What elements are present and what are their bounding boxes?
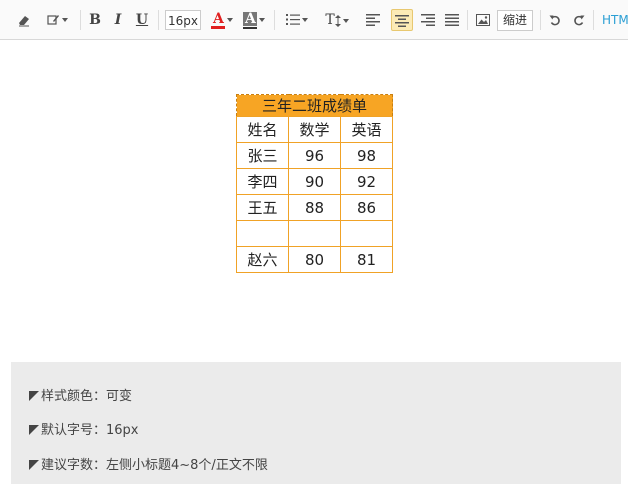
chevron-down-icon xyxy=(342,18,349,23)
table-title-row: 三年二班成绩单 xyxy=(236,94,393,117)
image-icon xyxy=(476,13,490,26)
chevron-down-icon xyxy=(302,17,308,22)
ordered-list-icon xyxy=(286,14,300,25)
bold-button[interactable]: B xyxy=(87,9,103,31)
chevron-down-icon xyxy=(227,17,233,22)
corner-triangle-icon xyxy=(29,390,39,401)
table-row: 李四 90 92 xyxy=(236,168,393,195)
corner-triangle-icon xyxy=(29,459,39,470)
align-center-icon xyxy=(395,14,409,27)
table-cell[interactable]: 李四 xyxy=(236,168,289,195)
table-cell[interactable]: 王五 xyxy=(236,194,289,221)
font-size-select[interactable]: 16px xyxy=(165,10,201,30)
table-header-cell[interactable]: 数学 xyxy=(288,116,341,143)
edit-icon xyxy=(46,15,59,25)
undo-icon xyxy=(549,15,560,25)
table-cell[interactable]: 96 xyxy=(288,142,341,169)
table-header-row: 姓名 数学 英语 xyxy=(236,116,393,143)
table-cell[interactable]: 92 xyxy=(340,168,393,195)
list-dropdown[interactable] xyxy=(282,9,312,31)
align-center-button[interactable] xyxy=(391,9,413,31)
redo-icon xyxy=(574,15,585,25)
chevron-down-icon xyxy=(61,17,68,22)
table-cell[interactable]: 88 xyxy=(288,194,341,221)
align-justify-icon xyxy=(445,13,459,26)
indent-button[interactable]: 缩进 xyxy=(497,10,533,31)
align-right-button[interactable] xyxy=(419,9,437,31)
table-cell[interactable] xyxy=(288,220,341,247)
info-text: 默认字号：16px xyxy=(41,423,139,438)
eraser-button[interactable] xyxy=(14,9,34,31)
toolbar-divider xyxy=(158,10,159,30)
info-text: 建议字数：左侧小标题4~8个/正文不限 xyxy=(41,458,268,473)
toolbar-divider xyxy=(80,10,81,30)
align-left-icon xyxy=(366,13,380,26)
table-cell[interactable]: 90 xyxy=(288,168,341,195)
format-brush-dropdown[interactable] xyxy=(42,9,72,31)
table-cell[interactable]: 98 xyxy=(340,142,393,169)
chevron-down-icon xyxy=(259,17,265,22)
italic-button[interactable]: I xyxy=(110,9,126,31)
table-header-cell[interactable]: 姓名 xyxy=(236,116,289,143)
table-cell[interactable]: 80 xyxy=(288,246,341,273)
arrow-updown-icon xyxy=(334,14,341,27)
corner-triangle-icon xyxy=(29,424,39,435)
table-cell[interactable]: 张三 xyxy=(236,142,289,169)
align-justify-button[interactable] xyxy=(443,9,461,31)
text-direction-icon: T xyxy=(325,12,335,28)
table-cell[interactable]: 86 xyxy=(340,194,393,221)
toolbar-divider xyxy=(593,10,594,30)
table-row: 王五 88 86 xyxy=(236,194,393,221)
info-line: 默认字号：16px xyxy=(29,421,139,441)
undo-button[interactable] xyxy=(547,9,563,31)
table-row: 赵六 80 81 xyxy=(236,246,393,273)
table-row: 张三 96 98 xyxy=(236,142,393,169)
table-title[interactable]: 三年二班成绩单 xyxy=(236,94,393,117)
insert-image-button[interactable] xyxy=(474,9,492,31)
background-color-dropdown[interactable]: A xyxy=(239,9,269,31)
toolbar-divider xyxy=(274,10,275,30)
text-direction-dropdown[interactable]: T xyxy=(320,9,354,31)
table-header-cell[interactable]: 英语 xyxy=(340,116,393,143)
info-text: 样式颜色：可变 xyxy=(41,389,133,404)
table-cell[interactable]: 赵六 xyxy=(236,246,289,273)
toolbar-divider xyxy=(540,10,541,30)
align-right-icon xyxy=(421,13,435,26)
info-line: 建议字数：左侧小标题4~8个/正文不限 xyxy=(29,456,268,476)
table-cell[interactable] xyxy=(236,220,289,247)
font-color-dropdown[interactable]: A xyxy=(207,9,237,31)
align-left-button[interactable] xyxy=(364,9,382,31)
table-cell[interactable]: 81 xyxy=(340,246,393,273)
grade-table[interactable]: 三年二班成绩单 姓名 数学 英语 张三 96 98 李四 90 92 王五 88… xyxy=(236,94,393,273)
table-row xyxy=(236,220,393,247)
info-line: 样式颜色：可变 xyxy=(29,387,132,407)
editor-toolbar: B I U 16px A A T 缩进 HTM xyxy=(0,0,628,40)
underline-button[interactable]: U xyxy=(133,9,151,31)
style-info-panel: 样式颜色：可变 默认字号：16px 建议字数：左侧小标题4~8个/正文不限 xyxy=(11,362,621,484)
redo-button[interactable] xyxy=(571,9,587,31)
toolbar-divider xyxy=(467,10,468,30)
html-source-button[interactable]: HTM xyxy=(602,9,628,31)
table-cell[interactable] xyxy=(340,220,393,247)
eraser-icon xyxy=(19,15,29,26)
